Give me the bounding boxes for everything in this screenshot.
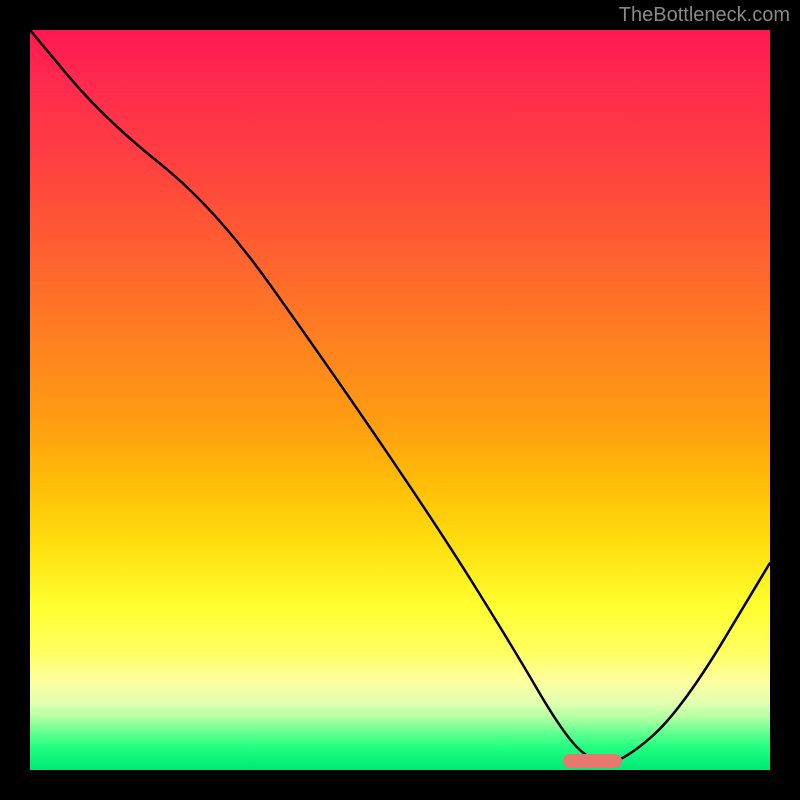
bottleneck-curve-path <box>30 30 770 763</box>
watermark-text: TheBottleneck.com <box>619 4 790 27</box>
optimal-range-marker <box>563 754 622 768</box>
chart-plot-area <box>30 30 770 770</box>
chart-curve-svg <box>30 30 770 770</box>
